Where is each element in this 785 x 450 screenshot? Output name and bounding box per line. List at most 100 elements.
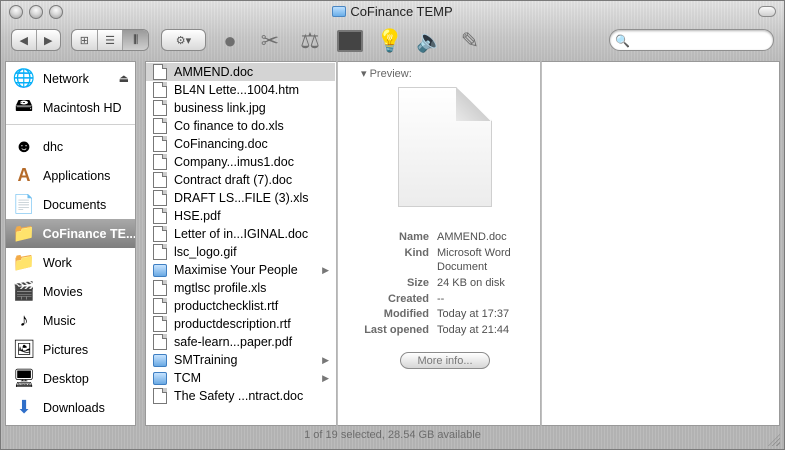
spreadsheet-icon bbox=[153, 190, 167, 206]
sidebar: 🌐 Network ⏏ 🖴 Macintosh HD ☻ dhc A Appli… bbox=[5, 61, 136, 426]
list-item[interactable]: Company...imus1.doc bbox=[146, 153, 335, 171]
file-name: DRAFT LS...FILE (3).xls bbox=[174, 191, 309, 205]
file-name: CoFinancing.doc bbox=[174, 137, 268, 151]
list-item[interactable]: Contract draft (7).doc bbox=[146, 171, 335, 189]
sidebar-item-work[interactable]: 📁 Work bbox=[6, 248, 135, 277]
list-item[interactable]: safe-learn...paper.pdf bbox=[146, 333, 335, 351]
preview-heading[interactable]: ▾ Preview: bbox=[361, 67, 412, 80]
list-item[interactable]: DRAFT LS...FILE (3).xls bbox=[146, 189, 335, 207]
file-name: safe-learn...paper.pdf bbox=[174, 335, 293, 349]
document-icon bbox=[153, 64, 167, 80]
column-view-button[interactable]: ⫼ bbox=[122, 30, 148, 50]
eject-icon[interactable]: ⏏ bbox=[119, 72, 129, 85]
preview-heading-text: Preview: bbox=[369, 68, 412, 80]
documents-icon: 📄 bbox=[12, 194, 36, 214]
list-item[interactable]: TCM ▶ bbox=[146, 369, 335, 387]
search-field[interactable]: 🔍 bbox=[609, 29, 774, 51]
info-key: Created bbox=[388, 293, 429, 305]
image-file-icon bbox=[153, 244, 167, 260]
sidebar-item-label: Pictures bbox=[43, 342, 89, 357]
activity-monitor-icon[interactable] bbox=[335, 26, 365, 56]
hard-disk-icon: 🖴 bbox=[14, 94, 34, 115]
sidebar-item-movies[interactable]: 🎬 Movies bbox=[6, 277, 135, 306]
list-item[interactable]: productchecklist.rtf bbox=[146, 297, 335, 315]
sidebar-item-documents[interactable]: 📄 Documents bbox=[6, 190, 135, 219]
apple-icon[interactable]: ● bbox=[215, 26, 245, 56]
empty-column bbox=[541, 61, 780, 426]
sidebar-item-applications[interactable]: A Applications bbox=[6, 161, 135, 190]
info-value: -- bbox=[437, 293, 445, 305]
list-view-button[interactable]: ☰ bbox=[96, 30, 123, 50]
file-name: Company...imus1.doc bbox=[174, 155, 294, 169]
sidebar-item-macintosh-hd[interactable]: 🖴 Macintosh HD bbox=[6, 93, 135, 122]
pdf-icon bbox=[153, 208, 167, 224]
window-title: CoFinance TEMP bbox=[1, 4, 784, 19]
list-item[interactable]: HSE.pdf bbox=[146, 207, 335, 225]
sidebar-item-desktop[interactable]: 🖥 Desktop bbox=[6, 364, 135, 393]
tools-icon[interactable]: ✂ bbox=[255, 26, 285, 56]
info-row-kind-cont: Document bbox=[347, 261, 547, 275]
file-list-column: AMMEND.doc BL4N Lette...1004.htm busines… bbox=[145, 61, 344, 426]
list-item[interactable]: lsc_logo.gif bbox=[146, 243, 335, 261]
list-item[interactable]: The Safety ...ntract.doc bbox=[146, 387, 335, 405]
info-row-last-opened: Last opened Today at 21:44 bbox=[347, 324, 547, 338]
script-editor-icon[interactable]: ✎ bbox=[455, 26, 485, 56]
list-item[interactable]: business link.jpg bbox=[146, 99, 335, 117]
more-info-button[interactable]: More info... bbox=[400, 352, 490, 369]
gear-icon: ⚙▾ bbox=[175, 34, 192, 47]
user-home-icon: ☻ bbox=[14, 136, 34, 156]
file-name: Maximise Your People bbox=[174, 263, 298, 277]
info-key: Name bbox=[399, 231, 429, 243]
sidebar-item-cofinance-temp[interactable]: 📁 CoFinance TE... bbox=[6, 219, 135, 248]
list-item[interactable]: productdescription.rtf bbox=[146, 315, 335, 333]
icon-view-button[interactable]: ⊞ bbox=[72, 30, 97, 50]
back-button[interactable]: ◀ bbox=[12, 30, 36, 50]
file-name: productdescription.rtf bbox=[174, 317, 291, 331]
title-bar[interactable]: CoFinance TEMP bbox=[1, 1, 784, 23]
file-name: Contract draft (7).doc bbox=[174, 173, 293, 187]
file-name: mgtlsc profile.xls bbox=[174, 281, 267, 295]
list-item[interactable]: Letter of in...IGINAL.doc bbox=[146, 225, 335, 243]
file-name: AMMEND.doc bbox=[174, 65, 254, 79]
speaker-icon[interactable]: 🔈 bbox=[415, 26, 445, 56]
info-row-size: Size 24 KB on disk bbox=[347, 277, 547, 291]
folder-icon: 📁 bbox=[12, 223, 36, 243]
utilities-icon[interactable]: ⚖ bbox=[295, 26, 325, 56]
sidebar-item-label: Documents bbox=[43, 197, 107, 212]
file-name: productchecklist.rtf bbox=[174, 299, 279, 313]
sidebar-item-dhc[interactable]: ☻ dhc bbox=[6, 132, 135, 161]
sidebar-item-downloads[interactable]: ⬇ Downloads bbox=[6, 393, 135, 422]
file-name: TCM bbox=[174, 371, 202, 385]
info-key: Kind bbox=[404, 247, 429, 259]
list-item[interactable]: mgtlsc profile.xls bbox=[146, 279, 335, 297]
sidebar-item-music[interactable]: ♪ Music bbox=[6, 306, 135, 335]
forward-button[interactable]: ▶ bbox=[35, 30, 61, 50]
icon-view-icon: ⊞ bbox=[79, 34, 89, 47]
desktop-icon: 🖥 bbox=[12, 368, 36, 388]
list-item[interactable]: BL4N Lette...1004.htm bbox=[146, 81, 335, 99]
list-item[interactable]: AMMEND.doc bbox=[146, 63, 335, 81]
sidebar-item-label: CoFinance TE... bbox=[42, 226, 135, 241]
list-item[interactable]: Co finance to do.xls bbox=[146, 117, 335, 135]
sidebar-item-label: Movies bbox=[43, 284, 83, 299]
sidebar-item-pictures[interactable]: 🖼 Pictures bbox=[6, 335, 135, 364]
status-bar: 1 of 19 selected, 28.54 GB available bbox=[304, 429, 481, 441]
list-item[interactable]: Maximise Your People ▶ bbox=[146, 261, 335, 279]
folder-icon bbox=[153, 353, 167, 367]
list-item[interactable]: CoFinancing.doc bbox=[146, 135, 335, 153]
finder-window: CoFinance TEMP ◀ ▶ ⊞ ☰ ⫼ ⚙▾ ● ✂ ⚖ 💡 🔈 ✎ … bbox=[0, 0, 785, 450]
pdf-icon bbox=[153, 334, 167, 350]
list-item[interactable]: SMTraining ▶ bbox=[146, 351, 335, 369]
action-menu-button[interactable]: ⚙▾ bbox=[161, 29, 206, 51]
info-row-name: Name AMMEND.doc bbox=[347, 231, 547, 245]
sidebar-item-network[interactable]: 🌐 Network ⏏ bbox=[6, 64, 135, 93]
movies-icon: 🎬 bbox=[12, 281, 36, 301]
sidebar-item-label: Applications bbox=[43, 168, 111, 183]
search-icon: 🔍 bbox=[615, 34, 630, 48]
lightbulb-icon[interactable]: 💡 bbox=[375, 26, 405, 56]
toolbar-toggle-button[interactable] bbox=[758, 6, 776, 17]
network-globe-icon: 🌐 bbox=[12, 68, 36, 88]
info-value: Microsoft Word bbox=[437, 247, 511, 259]
file-name: BL4N Lette...1004.htm bbox=[174, 83, 300, 97]
document-icon bbox=[153, 226, 167, 242]
